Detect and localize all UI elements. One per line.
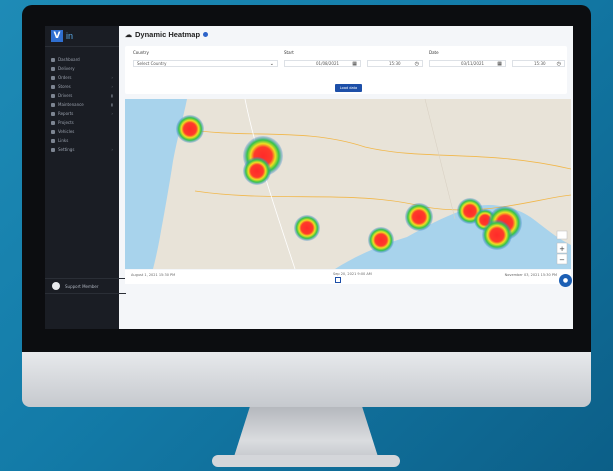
end-time-input[interactable]: 15:30 ◷ bbox=[512, 60, 565, 67]
sidebar-item-label: Vehicles bbox=[58, 129, 75, 134]
page-title-text: Dynamic Heatmap bbox=[135, 30, 201, 39]
monitor-stand-base bbox=[212, 455, 400, 467]
sidebar-item-label: Drivers bbox=[58, 93, 73, 98]
svg-text:+: + bbox=[559, 245, 565, 253]
calendar-icon[interactable]: ▦ bbox=[352, 61, 357, 67]
app-logo[interactable]: V in bbox=[45, 26, 119, 47]
chevron-icon: › bbox=[111, 147, 113, 152]
support-member[interactable]: Support Member bbox=[45, 278, 126, 294]
sidebar-nav: Dashboard Delivery Orders › Stores › Drivers ▮ M… bbox=[45, 55, 119, 154]
monitor-chin bbox=[22, 352, 591, 407]
nav-icon bbox=[51, 102, 55, 107]
sidebar-item[interactable]: Delivery bbox=[45, 64, 119, 73]
avatar bbox=[52, 282, 60, 290]
sidebar-item-label: Delivery bbox=[58, 66, 75, 71]
heatmap-map[interactable]: + − bbox=[125, 99, 571, 269]
country-value: Select Country bbox=[137, 61, 167, 66]
nav-icon bbox=[51, 75, 55, 80]
timeline-end: November 03, 2021 15:30 PM bbox=[504, 273, 557, 277]
clock-icon[interactable]: ◷ bbox=[557, 61, 561, 67]
layers-icon[interactable] bbox=[556, 230, 568, 240]
end-date-value: 03/11/2021 bbox=[461, 61, 485, 66]
sidebar-item[interactable]: Vehicles bbox=[45, 127, 119, 136]
sidebar-item[interactable]: Stores › bbox=[45, 82, 119, 91]
nav-icon bbox=[51, 147, 55, 152]
chevron-down-icon: ⌄ bbox=[269, 60, 274, 67]
end-label: Date bbox=[429, 50, 439, 55]
info-icon[interactable] bbox=[203, 32, 209, 37]
timeline-handle[interactable] bbox=[335, 277, 341, 283]
start-time-input[interactable]: 15:30 ◷ bbox=[367, 60, 423, 67]
app-screen: V in Dashboard Delivery Orders › Stores › Driv… bbox=[45, 26, 573, 329]
start-time-value: 15:30 bbox=[389, 61, 401, 66]
country-label: Country bbox=[133, 50, 149, 55]
sidebar-item-label: Maintenance bbox=[58, 102, 84, 107]
nav-icon bbox=[51, 84, 55, 89]
logo-badge: V bbox=[51, 30, 63, 42]
sidebar-item[interactable]: Settings › bbox=[45, 145, 119, 154]
chat-icon[interactable]: ● bbox=[559, 274, 572, 287]
heat-spot bbox=[482, 220, 512, 250]
heatmap-icon: ☁ bbox=[125, 31, 132, 39]
end-date-input[interactable]: 03/11/2021 ▦ bbox=[429, 60, 506, 67]
clock-icon[interactable]: ◷ bbox=[415, 61, 419, 67]
map-canvas: + − bbox=[125, 99, 571, 269]
logo-text: in bbox=[66, 31, 74, 41]
nav-icon bbox=[51, 66, 55, 71]
timeline-current: Sep 20, 2021 9:00 AM bbox=[333, 272, 372, 276]
sidebar-item-label: Dashboard bbox=[58, 57, 80, 62]
nav-icon bbox=[51, 93, 55, 98]
sidebar-item[interactable]: Projects bbox=[45, 118, 119, 127]
country-select[interactable]: Select Country ⌄ bbox=[133, 60, 278, 67]
end-time-value: 15:30 bbox=[534, 61, 546, 66]
sidebar-item[interactable]: Orders › bbox=[45, 73, 119, 82]
nav-icon bbox=[51, 129, 55, 134]
nav-icon bbox=[51, 111, 55, 116]
sidebar-item[interactable]: Links bbox=[45, 136, 119, 145]
sidebar-item-label: Stores bbox=[58, 84, 71, 89]
heat-spot bbox=[405, 203, 433, 231]
chevron-icon: › bbox=[111, 84, 113, 89]
heat-spot bbox=[368, 227, 394, 253]
support-label: Support Member bbox=[65, 283, 99, 289]
nav-icon bbox=[51, 138, 55, 143]
sidebar-item-label: Settings bbox=[58, 147, 75, 152]
heat-spot bbox=[294, 215, 320, 241]
start-label: Start bbox=[284, 50, 294, 55]
main-content: ☁ Dynamic Heatmap Country Select Country… bbox=[119, 26, 573, 329]
timeline-start: August 1, 2021 15:30 PM bbox=[131, 273, 176, 277]
sidebar-item[interactable]: Dashboard bbox=[45, 55, 119, 64]
svg-text:−: − bbox=[559, 256, 565, 264]
sidebar-item-label: Projects bbox=[58, 120, 74, 125]
chevron-icon: ▮ bbox=[110, 102, 113, 107]
filter-card: Country Select Country ⌄ Start 01/08/202… bbox=[125, 46, 567, 94]
timeline-footer[interactable]: August 1, 2021 15:30 PM Sep 20, 2021 9:0… bbox=[125, 270, 571, 284]
sidebar-item-label: Orders bbox=[58, 75, 72, 80]
sidebar-item[interactable]: Drivers ▮ bbox=[45, 91, 119, 100]
page-title: ☁ Dynamic Heatmap bbox=[125, 30, 209, 39]
sidebar: V in Dashboard Delivery Orders › Stores › Driv… bbox=[45, 26, 126, 329]
start-date-input[interactable]: 01/08/2021 ▦ bbox=[284, 60, 361, 67]
chevron-icon: ▮ bbox=[110, 93, 113, 98]
heat-spot bbox=[176, 115, 204, 143]
load-data-button[interactable]: Load data bbox=[335, 84, 362, 92]
sidebar-item-label: Links bbox=[58, 138, 69, 143]
chevron-icon: › bbox=[111, 111, 113, 116]
sidebar-item-label: Reports bbox=[58, 111, 74, 116]
nav-icon bbox=[51, 57, 55, 62]
chevron-icon: › bbox=[111, 75, 113, 80]
sidebar-item[interactable]: Reports › bbox=[45, 109, 119, 118]
sidebar-item[interactable]: Maintenance ▮ bbox=[45, 100, 119, 109]
nav-icon bbox=[51, 120, 55, 125]
heat-spot bbox=[243, 157, 271, 185]
start-date-value: 01/08/2021 bbox=[316, 61, 340, 66]
calendar-icon[interactable]: ▦ bbox=[497, 61, 502, 67]
